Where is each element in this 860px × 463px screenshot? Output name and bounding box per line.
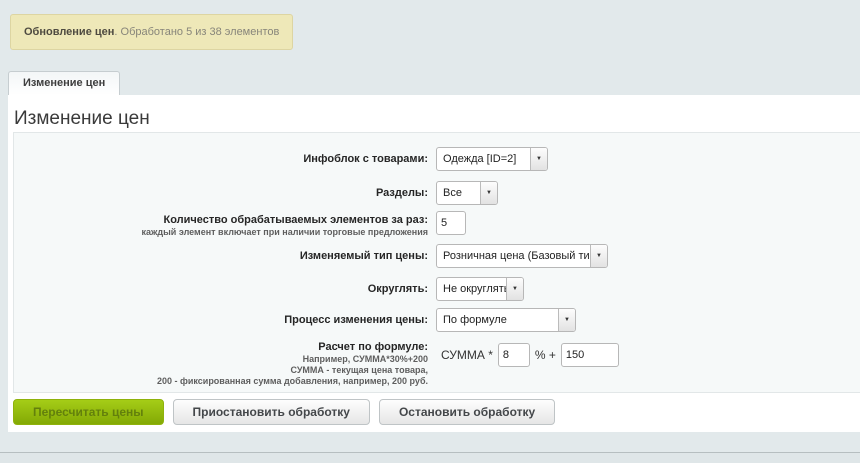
footer-divider: [0, 452, 860, 463]
select-value: Одежда [ID=2]: [437, 148, 530, 170]
field-label: Инфоблок с товарами:: [14, 147, 428, 171]
sections-select[interactable]: Все ▼: [436, 181, 498, 205]
select-value: Все: [437, 182, 480, 204]
form-row-sections: Разделы: Все ▼: [14, 181, 860, 205]
select-value: Розничная цена (Базовый тип) [ID=1]: [437, 245, 590, 267]
rounding-select[interactable]: Не округлять ▼: [436, 277, 524, 301]
field-label: Округлять:: [14, 277, 428, 301]
form-row-infoblock: Инфоблок с товарами: Одежда [ID=2] ▼: [14, 147, 860, 171]
percent-input[interactable]: [498, 343, 530, 367]
chevron-down-icon[interactable]: ▼: [558, 309, 575, 331]
field-note: 200 - фиксированная сумма добавления, на…: [14, 376, 428, 387]
form-row-price-type: Изменяемый тип цены: Розничная цена (Баз…: [14, 244, 860, 268]
form-row-formula: Расчет по формуле: Например, СУММА*30%+2…: [14, 338, 860, 387]
field-label: Изменяемый тип цены:: [14, 244, 428, 268]
pause-button[interactable]: Приостановить обработку: [173, 399, 370, 425]
select-value: По формуле: [437, 309, 558, 331]
formula-prefix: СУММА *: [441, 348, 493, 362]
page-title: Изменение цен: [8, 95, 860, 130]
chevron-down-icon[interactable]: ▼: [506, 278, 523, 300]
select-value: Не округлять: [437, 278, 506, 300]
infoblock-select[interactable]: Одежда [ID=2] ▼: [436, 147, 548, 171]
batch-size-input[interactable]: [436, 211, 466, 235]
field-label: Расчет по формуле: Например, СУММА*30%+2…: [14, 338, 428, 387]
chevron-down-icon[interactable]: ▼: [590, 245, 607, 267]
field-label: Разделы:: [14, 181, 428, 205]
field-label: Процесс изменения цены:: [14, 308, 428, 332]
field-note: СУММА - текущая цена товара,: [14, 365, 428, 376]
chevron-down-icon[interactable]: ▼: [530, 148, 547, 170]
field-note: каждый элемент включает при наличии торг…: [14, 227, 428, 238]
chevron-down-icon[interactable]: ▼: [480, 182, 497, 204]
addition-input[interactable]: [561, 343, 619, 367]
tab-price-change[interactable]: Изменение цен: [8, 71, 120, 95]
price-change-form: Инфоблок с товарами: Одежда [ID=2] ▼ Раз…: [13, 132, 860, 393]
form-row-batch-size: Количество обрабатываемых элементов за р…: [14, 211, 860, 238]
form-row-rounding: Округлять: Не округлять ▼: [14, 277, 860, 301]
field-label-text: Расчет по формуле:: [14, 341, 428, 354]
form-row-process: Процесс изменения цены: По формуле ▼: [14, 308, 860, 332]
notification-title: Обновление цен: [24, 26, 114, 38]
formula-operator: % +: [535, 348, 556, 362]
notification-message: . Обработано 5 из 38 элементов: [114, 26, 279, 38]
field-note: Например, СУММА*30%+200: [14, 354, 428, 365]
recalculate-button[interactable]: Пересчитать цены: [13, 399, 164, 425]
action-buttons: Пересчитать цены Приостановить обработку…: [13, 399, 564, 425]
progress-notification: Обновление цен. Обработано 5 из 38 элеме…: [10, 14, 293, 50]
field-label: Количество обрабатываемых элементов за р…: [14, 211, 428, 238]
process-select[interactable]: По формуле ▼: [436, 308, 576, 332]
price-type-select[interactable]: Розничная цена (Базовый тип) [ID=1] ▼: [436, 244, 608, 268]
content-panel: Изменение цен Инфоблок с товарами: Одежд…: [8, 95, 860, 432]
field-label-text: Количество обрабатываемых элементов за р…: [14, 214, 428, 227]
stop-button[interactable]: Остановить обработку: [379, 399, 555, 425]
